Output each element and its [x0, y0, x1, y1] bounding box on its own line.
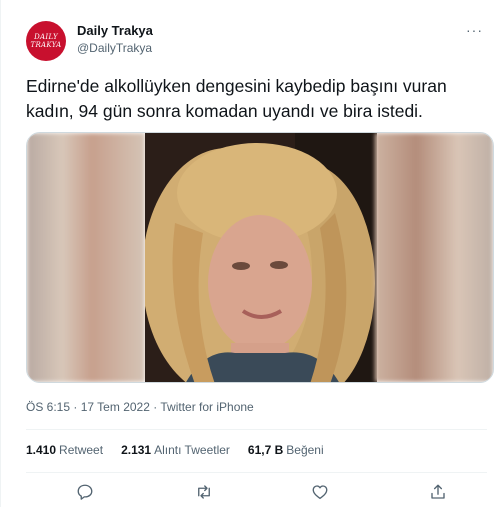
tweet-actions: [26, 480, 486, 504]
likes-stat[interactable]: 61,7 B Beğeni: [248, 443, 324, 457]
ellipsis-icon: ···: [466, 22, 483, 38]
quotes-label: Alıntı Tweetler: [154, 443, 230, 457]
quotes-stat[interactable]: 2.131 Alıntı Tweetler: [121, 443, 230, 457]
tweet-stats: 1.410 Retweet 2.131 Alıntı Tweetler 61,7 B…: [26, 443, 324, 457]
tweet-photo[interactable]: [145, 133, 377, 382]
quotes-count: 2.131: [121, 443, 152, 457]
tweet-text: Edirne'de alkollüyken dengesini kaybedip…: [26, 76, 447, 121]
reply-icon: [77, 484, 93, 500]
more-button[interactable]: ···: [466, 22, 483, 38]
portrait-illustration: [145, 133, 377, 382]
retweets-count: 1.410: [26, 443, 57, 457]
share-icon: [431, 484, 445, 499]
media-blurred-right: [375, 133, 493, 382]
avatar-text-line-1: DAILY: [34, 33, 58, 41]
likes-label: Beğeni: [286, 443, 324, 457]
avatar[interactable]: DAILY TRAKYA: [26, 21, 66, 61]
avatar-text-line-2: TRAKYA: [30, 41, 62, 49]
divider: [26, 472, 487, 473]
tweet-card: DAILY TRAKYA Daily Trakya @DailyTrakya ·…: [0, 0, 495, 507]
retweets-label: Retweet: [59, 443, 104, 457]
author-handle[interactable]: @DailyTrakya: [77, 41, 152, 55]
tweet-meta: ÖS 6:15 · 17 Tem 2022 · Twitter for iPho…: [26, 400, 254, 414]
meta-separator: ·: [73, 400, 81, 414]
like-button[interactable]: [308, 480, 332, 504]
likes-count: 61,7 B: [247, 443, 284, 457]
tweet-media[interactable]: [26, 132, 494, 383]
tweet-time[interactable]: ÖS 6:15: [26, 400, 70, 414]
tweet-source[interactable]: Twitter for iPhone: [160, 400, 253, 414]
media-blurred-left: [27, 133, 145, 382]
retweets-stat[interactable]: 1.410 Retweet: [26, 443, 103, 457]
retweet-icon: [198, 485, 210, 499]
retweet-button[interactable]: [192, 480, 216, 504]
share-button[interactable]: [426, 480, 450, 504]
like-icon: [312, 485, 328, 500]
divider: [26, 429, 487, 430]
tweet-date[interactable]: 17 Tem 2022: [81, 400, 150, 414]
author-display-name[interactable]: Daily Trakya: [77, 23, 153, 38]
reply-button[interactable]: [73, 480, 97, 504]
